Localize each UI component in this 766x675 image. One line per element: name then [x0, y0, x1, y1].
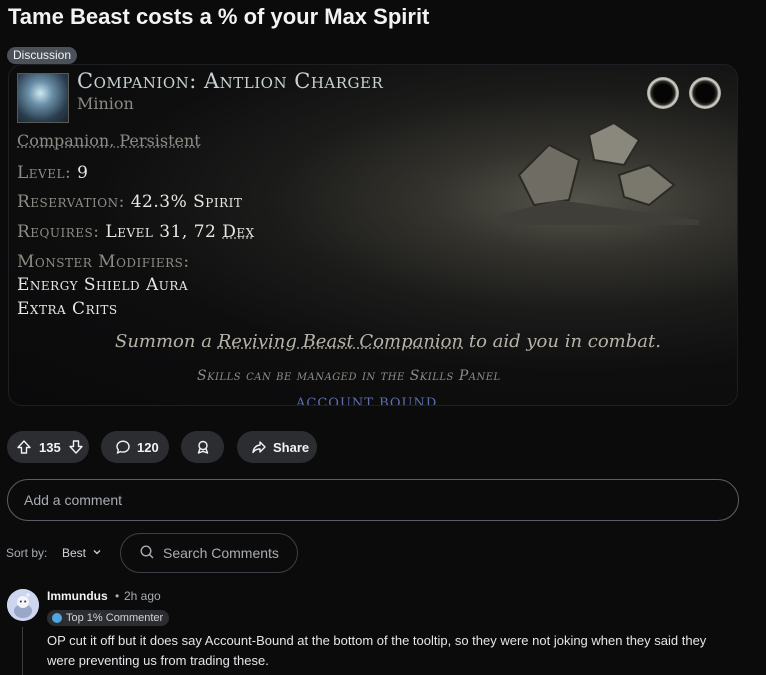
rocks-illustration	[499, 121, 699, 225]
comment-time: 2h ago	[124, 589, 161, 603]
upvote-icon[interactable]	[16, 439, 32, 455]
separator-dot: •	[115, 589, 120, 603]
tooltip-tags: Companion, Persistent	[17, 131, 201, 150]
comments-button[interactable]: 120	[101, 431, 169, 463]
thread-line[interactable]	[22, 627, 23, 675]
tooltip-modifier: Energy Shield Aura	[17, 275, 189, 295]
tooltip-requires: Requires: Level 31, 72 Dex	[17, 222, 255, 242]
tooltip-description: Summon a Reviving Beast Companion to aid…	[115, 331, 661, 352]
tooltip-skills-note: Skills can be managed in the Skills Pane…	[197, 368, 501, 384]
add-comment-input[interactable]: Add a comment	[7, 479, 739, 521]
user-flair-text: Top 1% Commenter	[66, 612, 164, 624]
sort-value: Best	[62, 546, 87, 560]
post-flair[interactable]: Discussion	[7, 47, 78, 64]
downvote-icon[interactable]	[68, 439, 84, 455]
user-flair: Top 1% Commenter	[47, 610, 170, 626]
chevron-down-icon	[86, 546, 102, 560]
vote-control: 135	[7, 431, 89, 463]
comment-author[interactable]: Immundus	[47, 589, 108, 603]
share-icon	[251, 439, 267, 455]
tooltip-type: Minion	[77, 94, 134, 113]
tooltip-account-bound: ACCOUNT BOUND	[296, 396, 438, 406]
award-icon	[195, 439, 211, 455]
share-button[interactable]: Share	[237, 431, 317, 463]
tooltip-level: Level: 9	[17, 163, 89, 183]
comment-body: OP cut it off but it does say Account-Bo…	[47, 633, 707, 668]
skill-gem-icon	[17, 73, 69, 123]
comment-icon	[115, 439, 131, 455]
tooltip-name: Companion: Antlion Charger	[77, 69, 384, 93]
post-title: Tame Beast costs a % of your Max Spirit	[8, 4, 430, 29]
tooltip-reservation: Reservation: 42.3% Spirit	[17, 192, 243, 212]
tooltip-modifiers-label: Monster Modifiers:	[17, 252, 190, 272]
sort-dropdown[interactable]: Best	[62, 546, 102, 560]
socket-icon	[647, 77, 679, 109]
search-placeholder: Search Comments	[163, 545, 279, 561]
search-icon	[139, 544, 163, 563]
socket-icon	[689, 77, 721, 109]
flair-icon	[52, 613, 62, 623]
sort-label: Sort by:	[6, 546, 48, 560]
comment-count: 120	[137, 439, 159, 455]
award-button[interactable]	[181, 431, 224, 463]
search-comments-input[interactable]: Search Comments	[120, 533, 298, 573]
post-image[interactable]: Companion: Antlion Charger Minion Compan…	[8, 64, 738, 406]
share-label: Share	[273, 439, 310, 455]
avatar-icon[interactable]	[7, 589, 39, 621]
tooltip-modifier: Extra Crits	[17, 299, 118, 319]
vote-count: 135	[39, 439, 61, 455]
